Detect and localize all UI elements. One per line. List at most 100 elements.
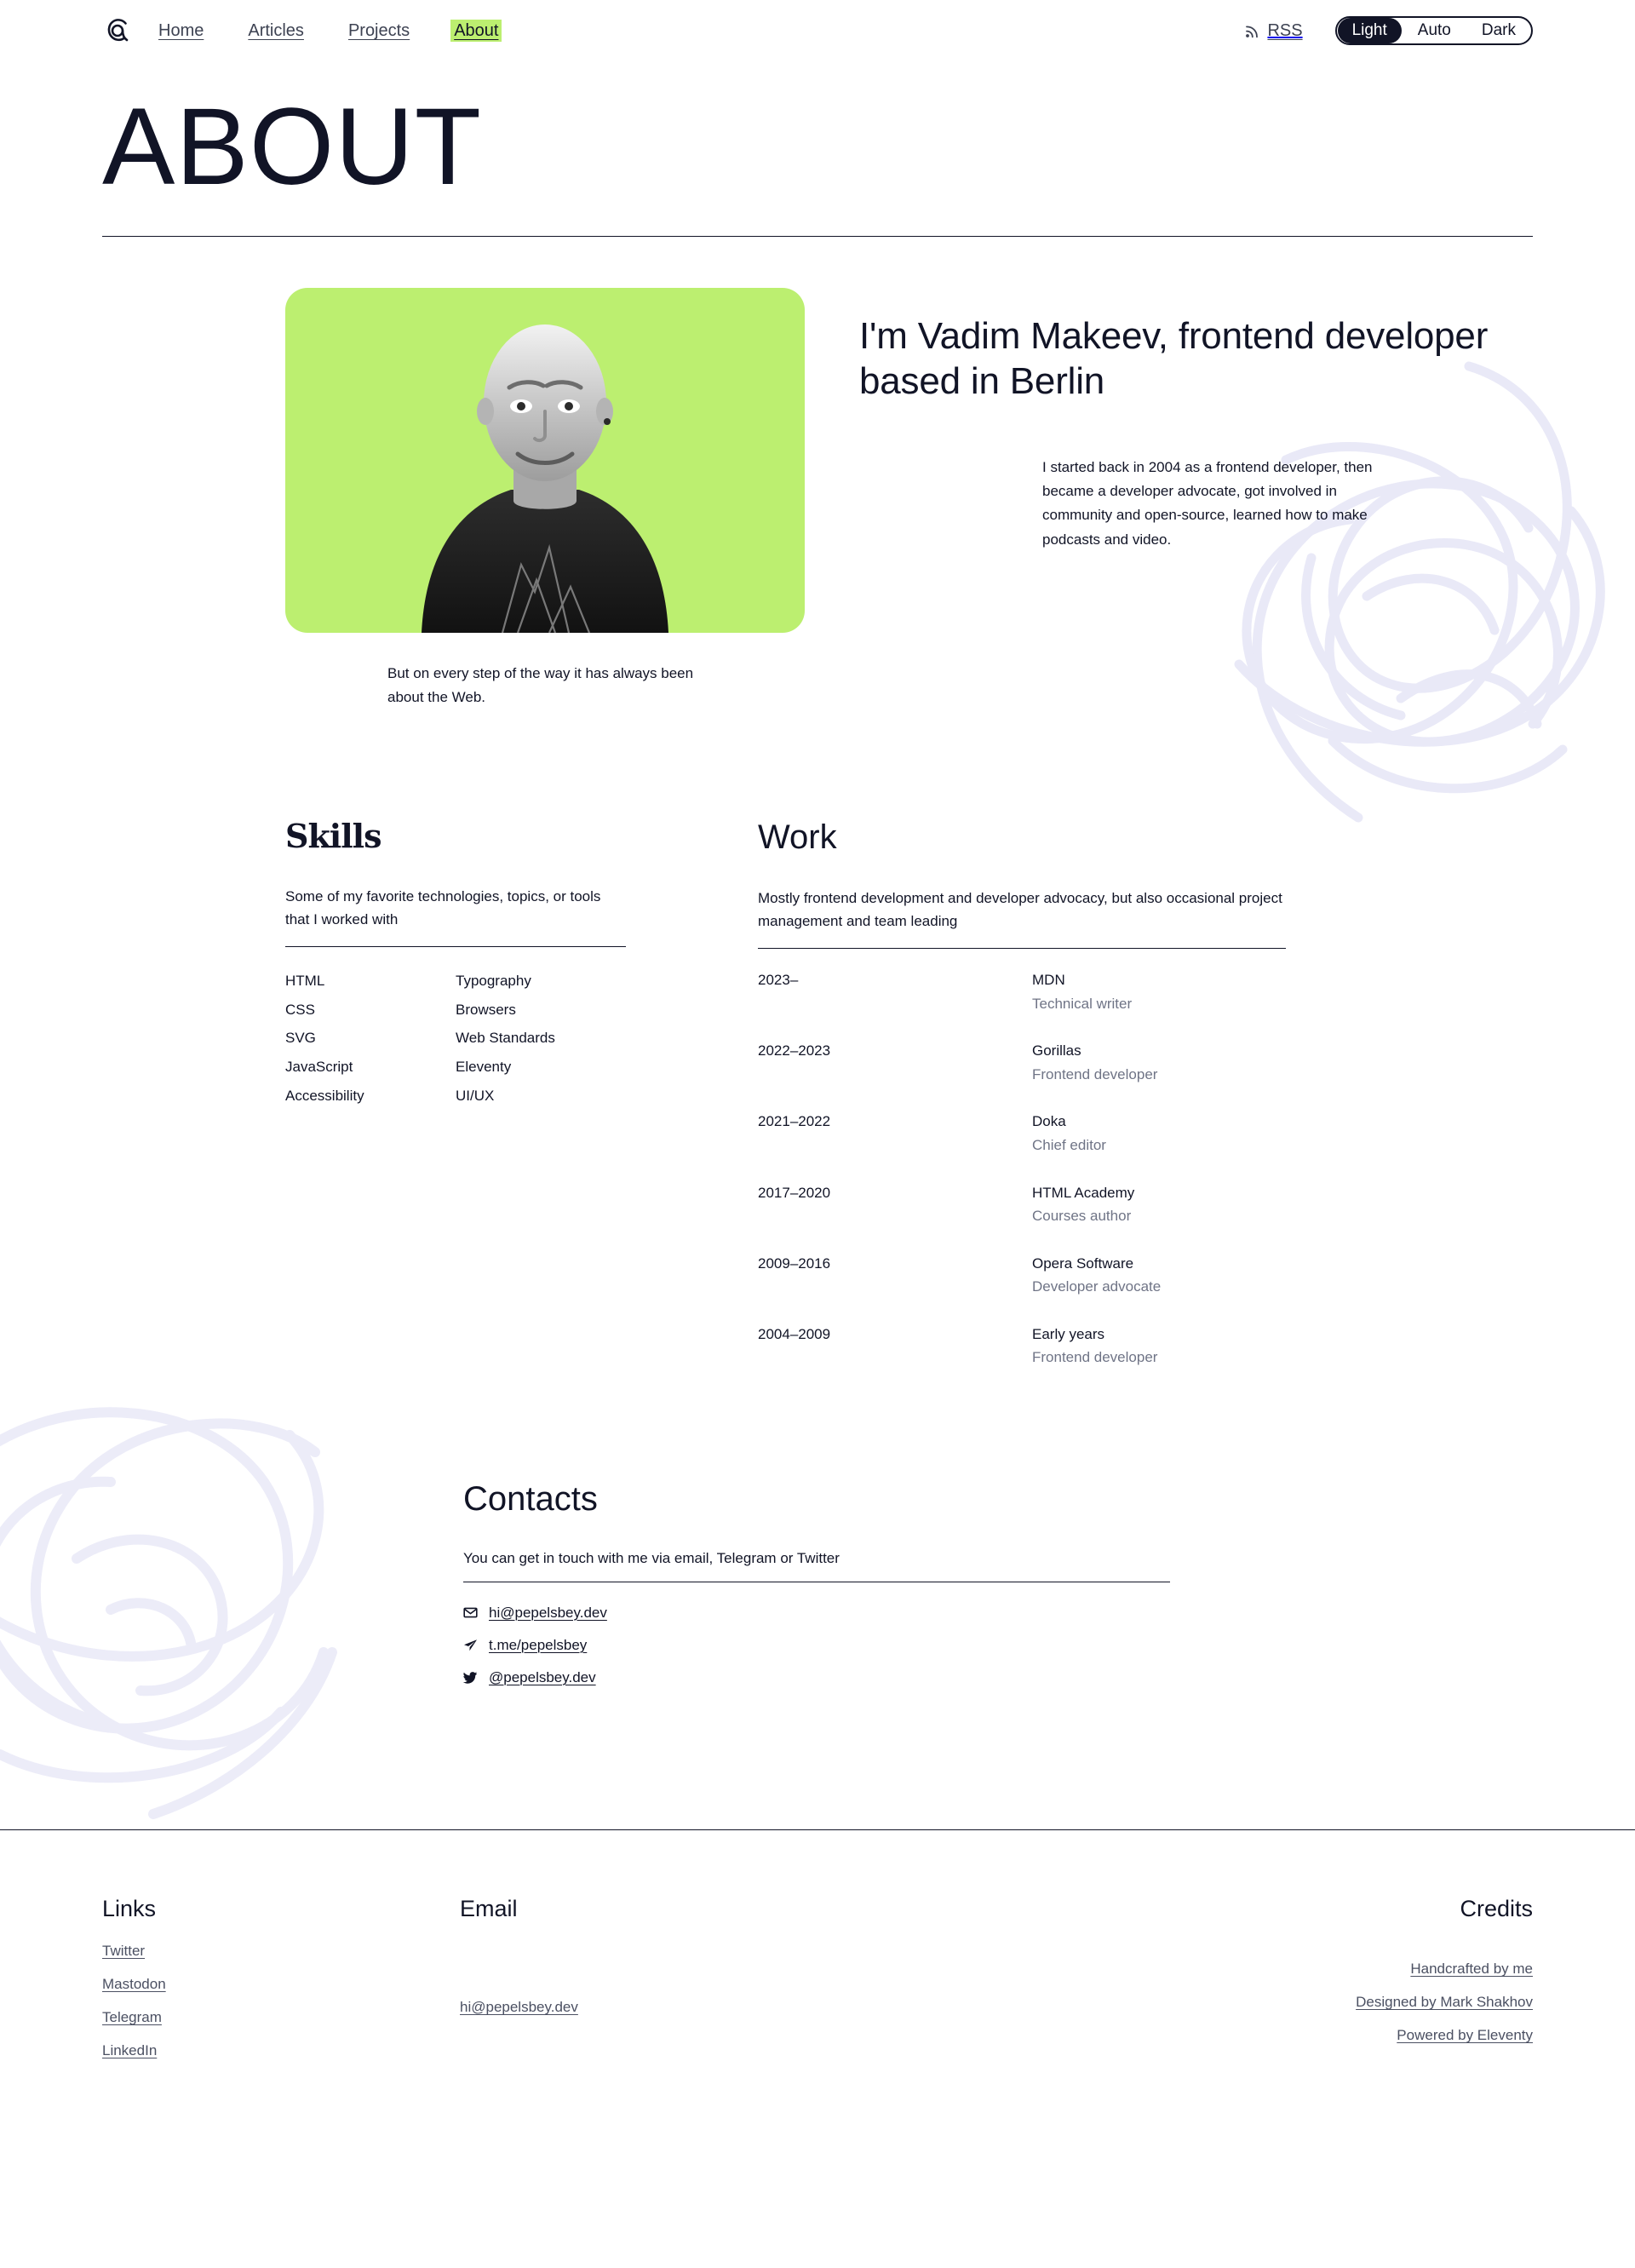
work-row: 2017–2020 HTML Academy Courses author (758, 1181, 1286, 1228)
theme-option-dark[interactable]: Dark (1467, 18, 1530, 43)
contacts-list: hi@pepelsbey.dev t.me/pepelsbey @pepelsb… (463, 1605, 1170, 1686)
work-role: Developer advocate (1032, 1278, 1162, 1295)
work-row: 2004–2009 Early years Frontend developer (758, 1323, 1286, 1369)
footer-email-column: Email hi@pepelsbey.dev (460, 1895, 1056, 2058)
footer-link-twitter[interactable]: Twitter (102, 1944, 460, 1958)
footer-link-email[interactable]: hi@pepelsbey.dev (460, 2000, 1056, 2014)
skills-column: Skills Some of my favorite technologies,… (285, 818, 626, 1369)
skills-subtitle: Some of my favorite technologies, topics… (285, 887, 601, 927)
skill-item: Eleventy (456, 1059, 512, 1076)
work-years: 2009–2016 (758, 1255, 831, 1272)
skills-title: Skills (285, 816, 382, 855)
theme-option-auto[interactable]: Auto (1403, 18, 1466, 43)
rss-label: RSS (1267, 20, 1303, 40)
skill-item: SVG (285, 1030, 316, 1047)
rss-icon (1246, 26, 1259, 37)
nav-item-home[interactable]: Home (155, 20, 207, 42)
work-org: Doka (1032, 1113, 1066, 1130)
main-nav: Home Articles Projects About (155, 20, 502, 42)
contacts-inner: Contacts You can get in touch with me vi… (463, 1480, 1170, 1686)
footer-link-telegram[interactable]: Telegram (102, 2010, 460, 2024)
work-column: Work Mostly frontend development and dev… (758, 818, 1286, 1369)
contact-link-email[interactable]: hi@pepelsbey.dev (489, 1605, 607, 1622)
footer-links-column: Links Twitter Mastodon Telegram LinkedIn (102, 1895, 460, 2058)
contact-link-twitter[interactable]: @pepelsbey.dev (489, 1669, 596, 1686)
hero-paragraph-1: I started back in 2004 as a frontend dev… (1042, 458, 1373, 548)
footer-email-list: hi@pepelsbey.dev (460, 2000, 1056, 2014)
skill-item: JavaScript (285, 1059, 353, 1076)
skill-item: Accessibility (285, 1087, 364, 1104)
hero-section: I'm Vadim Makeev, frontend developer bas… (102, 287, 1533, 633)
work-years: 2023– (758, 972, 799, 989)
contact-item-twitter: @pepelsbey.dev (463, 1669, 1170, 1686)
footer-credits-title: Credits (1460, 1895, 1533, 1921)
header-actions: RSS Light Auto Dark (1245, 16, 1533, 45)
nav-item-about[interactable]: About (450, 20, 502, 42)
skill-item: Browsers (456, 1001, 516, 1018)
footer-link-mastodon[interactable]: Mastodon (102, 1977, 460, 1991)
footer-link-linkedin[interactable]: LinkedIn (102, 2043, 460, 2058)
contacts-subtitle: You can get in touch with me via email, … (463, 1549, 840, 1566)
work-row: 2009–2016 Opera Software Developer advoc… (758, 1252, 1286, 1299)
work-org: MDN (1032, 972, 1065, 989)
skills-work-section: Skills Some of my favorite technologies,… (102, 818, 1533, 1369)
footer-links-list: Twitter Mastodon Telegram LinkedIn (102, 1944, 460, 2058)
work-row: 2021–2022 Doka Chief editor (758, 1110, 1286, 1157)
footer-credit-eleventy[interactable]: Powered by Eleventy (1056, 2028, 1533, 2042)
work-row: 2023– MDN Technical writer (758, 968, 1286, 1015)
work-years: 2021–2022 (758, 1113, 831, 1130)
contact-link-telegram[interactable]: t.me/pepelsbey (489, 1637, 587, 1654)
hero-portrait-card (285, 287, 805, 633)
work-divider (758, 948, 1286, 950)
skill-item: Web Standards (456, 1030, 555, 1047)
footer-bottom-spacer (0, 2058, 1635, 2241)
footer-credits-column: Credits Handcrafted by me Designed by Ma… (1056, 1895, 1533, 2058)
footer-links-title: Links (102, 1895, 157, 1921)
contacts-title: Contacts (463, 1479, 598, 1518)
twitter-icon (463, 1672, 478, 1684)
work-row: 2022–2023 Gorillas Frontend developer (758, 1039, 1286, 1086)
title-divider (102, 235, 1533, 237)
work-role: Frontend developer (1032, 1065, 1158, 1082)
skills-lists: HTML CSS SVG JavaScript Accessibility Ty… (285, 967, 626, 1110)
footer-email-title: Email (460, 1895, 518, 1921)
nav-item-articles[interactable]: Articles (244, 20, 307, 42)
work-years: 2017–2020 (758, 1184, 831, 1201)
skill-item: Typography (456, 973, 531, 990)
work-years: 2022–2023 (758, 1042, 831, 1059)
site-header: Home Articles Projects About RSS Light A… (0, 0, 1635, 61)
work-subtitle: Mostly frontend development and develope… (758, 889, 1282, 930)
theme-option-light[interactable]: Light (1337, 18, 1402, 43)
hero-heading: I'm Vadim Makeev, frontend developer bas… (859, 314, 1489, 403)
work-role: Frontend developer (1032, 1349, 1158, 1366)
footer-credit-handcrafted[interactable]: Handcrafted by me (1056, 1961, 1533, 1976)
work-years: 2004–2009 (758, 1325, 831, 1342)
page-title-wrap: ABOUT (0, 61, 1635, 204)
hero-paragraph-2: But on every step of the way it has alwa… (387, 664, 694, 705)
work-org: Opera Software (1032, 1255, 1134, 1272)
work-title: Work (758, 818, 837, 856)
rss-link[interactable]: RSS (1245, 20, 1303, 41)
work-role: Technical writer (1032, 995, 1133, 1012)
at-sign-logo[interactable] (102, 15, 133, 46)
telegram-icon (464, 1639, 477, 1651)
contact-item-telegram: t.me/pepelsbey (463, 1637, 1170, 1654)
footer-credits-list: Handcrafted by me Designed by Mark Shakh… (1056, 1961, 1533, 2042)
work-role: Chief editor (1032, 1137, 1106, 1154)
skill-item: UI/UX (456, 1087, 495, 1104)
theme-toggle: Light Auto Dark (1334, 16, 1533, 45)
nav-item-projects[interactable]: Projects (345, 20, 413, 42)
page-root: Home Articles Projects About RSS Light A… (0, 0, 1635, 2241)
footer-credit-designer[interactable]: Designed by Mark Shakhov (1056, 1995, 1533, 2009)
work-org: Gorillas (1032, 1042, 1081, 1059)
hero-paragraphs: I started back in 2004 as a frontend dev… (859, 456, 1533, 552)
page-title: ABOUT (102, 86, 482, 208)
skills-list-column-1: HTML CSS SVG JavaScript Accessibility (285, 967, 456, 1110)
contacts-section: Contacts You can get in touch with me vi… (102, 1480, 1533, 1686)
skill-item: CSS (285, 1001, 315, 1018)
envelope-icon (463, 1607, 478, 1618)
site-footer: Links Twitter Mastodon Telegram LinkedIn… (0, 1830, 1635, 2058)
portrait-vadim-makeev (422, 324, 668, 633)
contact-item-email: hi@pepelsbey.dev (463, 1605, 1170, 1622)
skills-list-column-2: Typography Browsers Web Standards Eleven… (456, 967, 626, 1110)
